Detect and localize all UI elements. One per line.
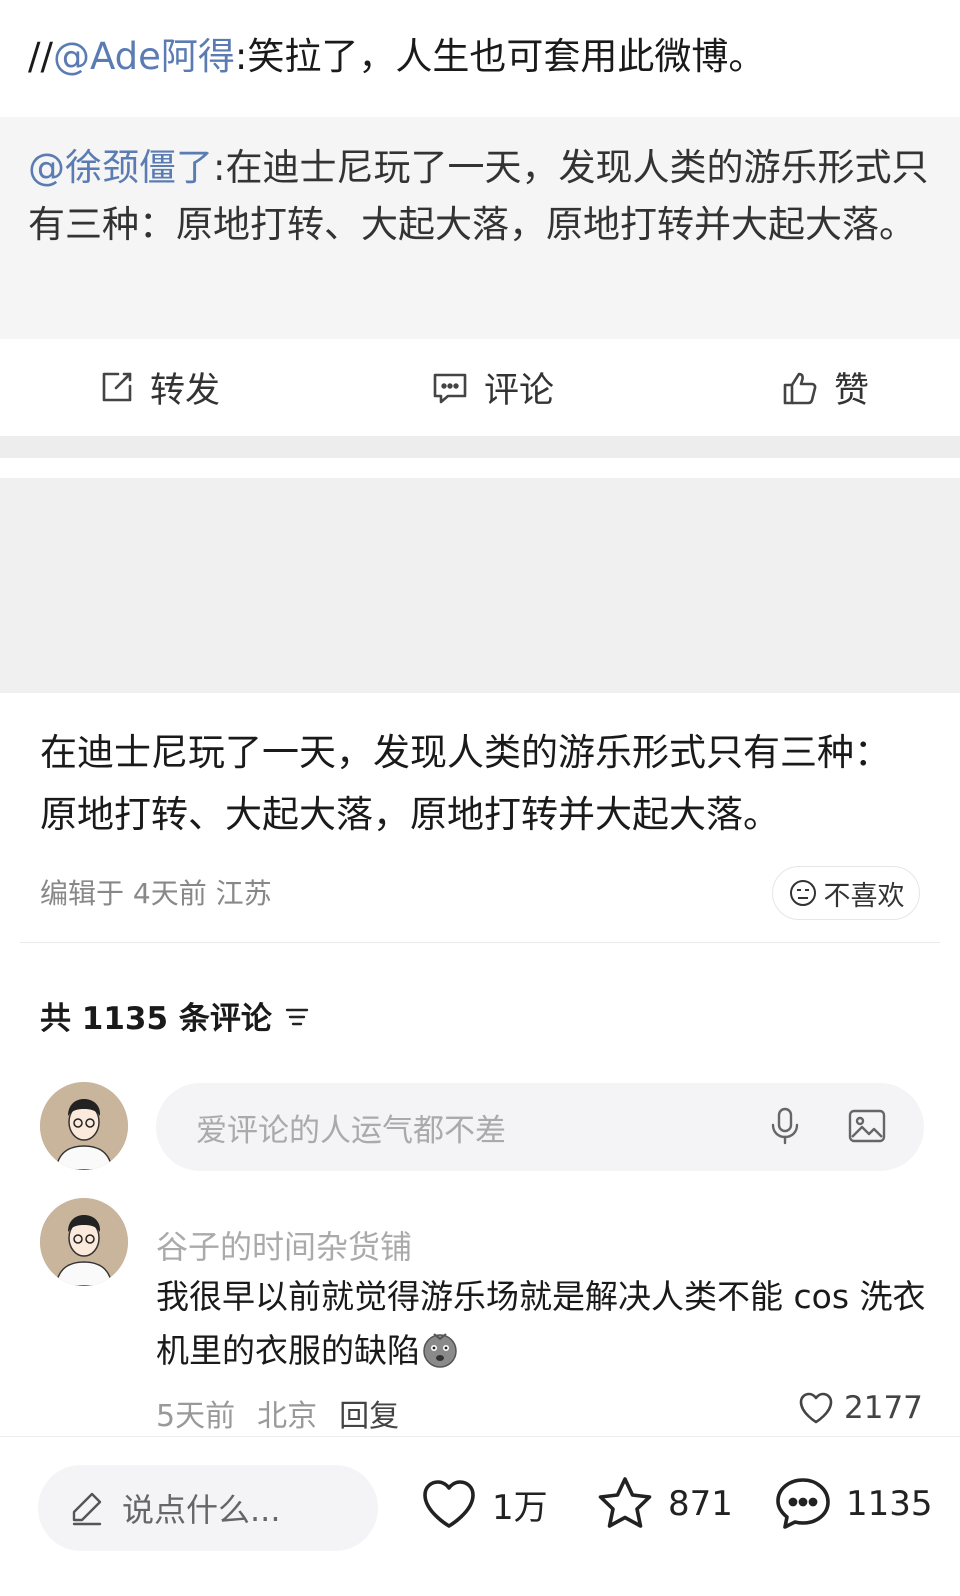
comment-input-placeholder: 爱评论的人运气都不差 <box>196 1112 506 1149</box>
repost-label: 转发 <box>150 371 221 411</box>
post-meta: 编辑于 4天前 江苏 <box>40 877 272 910</box>
image-icon[interactable] <box>844 1103 890 1149</box>
star-icon <box>598 1477 652 1528</box>
section-divider <box>0 436 960 458</box>
thumbs-up-icon <box>783 372 817 404</box>
post-action-bar: 转发 评论 赞 <box>0 340 960 432</box>
favorite-button[interactable]: 871 <box>594 1473 733 1535</box>
comment-text: 我很早以前就觉得游乐场就是解决人类不能 cos 洗衣机里的衣服的缺陷 <box>156 1270 926 1378</box>
repost-comment: //@Ade阿得:笑拉了，人生也可套用此微博。 <box>28 30 928 84</box>
post-like-count: 1万 <box>492 1487 548 1528</box>
repost-mention-link[interactable]: @Ade阿得 <box>53 35 235 78</box>
dislike-label: 不喜欢 <box>823 880 905 912</box>
microphone-icon[interactable] <box>762 1103 808 1149</box>
bottom-action-bar: 说点什么... 1万 871 1135 <box>0 1436 960 1596</box>
comment-time: 5天前 <box>156 1399 236 1434</box>
comment-icon <box>433 373 467 403</box>
like-label: 赞 <box>834 371 870 411</box>
repost-prefix: // <box>28 35 53 78</box>
divider <box>20 942 940 943</box>
crying-face-emoji-icon <box>423 1333 457 1368</box>
comments-total-count: 1135 <box>846 1484 933 1524</box>
user-avatar-illustration <box>40 1198 128 1286</box>
say-something-input[interactable]: 说点什么... <box>38 1465 378 1551</box>
comment-like-count: 2177 <box>844 1390 923 1426</box>
comment-button[interactable]: 评论 <box>430 362 554 413</box>
pencil-icon <box>72 1492 102 1526</box>
comments-button[interactable]: 1135 <box>772 1473 933 1535</box>
post-body-text: 在迪士尼玩了一天，发现人类的游乐形式只有三种：原地打转、大起大落，原地打转并大起… <box>40 731 891 836</box>
quoted-original-post[interactable]: @徐颈僵了:在迪士尼玩了一天，发现人类的游乐形式只有三种：原地打转、大起大落，原… <box>0 117 960 339</box>
dislike-button[interactable]: 不喜欢 <box>772 866 920 920</box>
comment-body-text: 我很早以前就觉得游乐场就是解决人类不能 cos 洗衣机里的衣服的缺陷 <box>156 1277 926 1370</box>
repost-button[interactable]: 转发 <box>96 362 220 413</box>
comment-location: 北京 <box>257 1399 318 1434</box>
my-avatar[interactable] <box>40 1082 128 1170</box>
post-media-area <box>0 478 960 693</box>
unamused-face-icon <box>789 880 816 906</box>
comment-meta: 5天前 北京 回复 <box>156 1391 399 1435</box>
chat-bubble-icon <box>776 1478 830 1529</box>
heart-icon <box>799 1392 833 1424</box>
heart-icon <box>423 1480 475 1528</box>
post-like-button[interactable]: 1万 <box>418 1473 548 1535</box>
share-icon <box>102 372 132 401</box>
commenter-avatar[interactable] <box>40 1198 128 1286</box>
comment-label: 评论 <box>484 371 555 411</box>
comment-input[interactable]: 爱评论的人运气都不差 <box>156 1083 924 1171</box>
comments-count-header[interactable]: 共 1135 条评论 <box>40 993 312 1038</box>
favorite-count: 871 <box>668 1484 733 1524</box>
sort-icon <box>285 1008 309 1025</box>
say-something-placeholder: 说点什么... <box>122 1491 281 1529</box>
repost-text: :笑拉了，人生也可套用此微博。 <box>234 35 766 78</box>
original-post-text: @徐颈僵了:在迪士尼玩了一天，发现人类的游乐形式只有三种：原地打转、大起大落，原… <box>28 139 932 253</box>
comments-count-label: 共 1135 条评论 <box>40 1001 272 1037</box>
commenter-name[interactable]: 谷子的时间杂货铺 <box>156 1222 412 1268</box>
original-author-mention[interactable]: @徐颈僵了 <box>28 146 213 189</box>
like-button[interactable]: 赞 <box>780 362 869 413</box>
user-avatar-illustration <box>40 1082 128 1170</box>
comment-like-button[interactable]: 2177 <box>796 1388 923 1428</box>
reply-button[interactable]: 回复 <box>339 1391 399 1435</box>
